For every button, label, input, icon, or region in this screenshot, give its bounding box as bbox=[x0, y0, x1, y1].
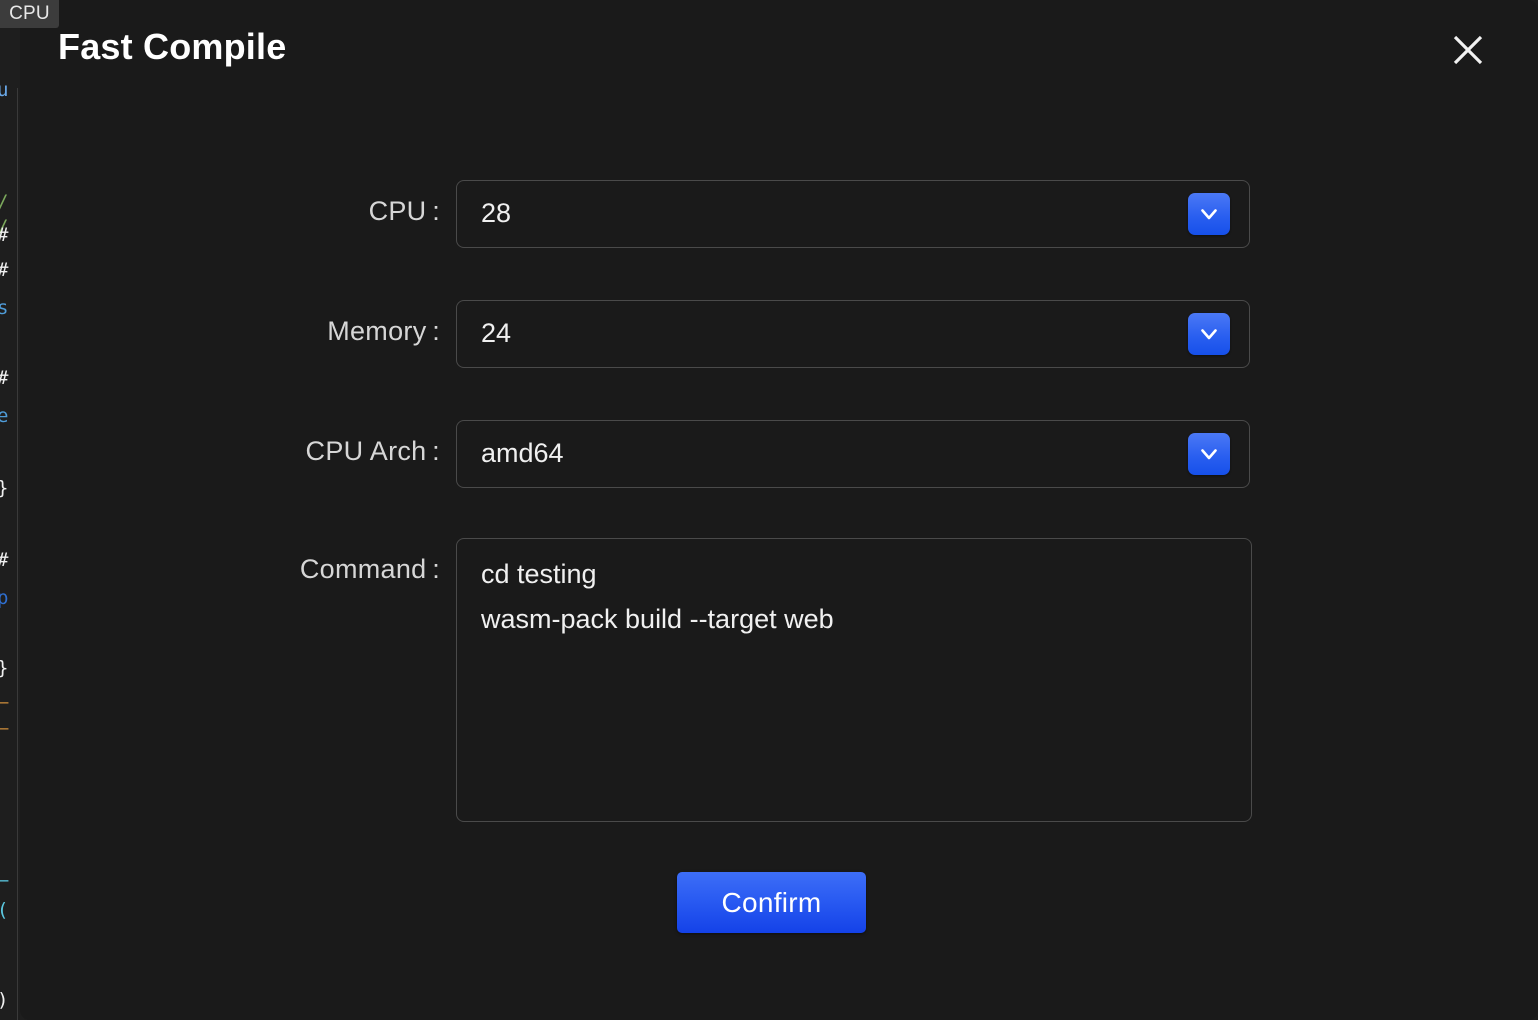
code-fragment: — bbox=[0, 716, 8, 741]
code-fragment: # bbox=[0, 223, 8, 248]
code-fragment: } bbox=[0, 476, 8, 501]
code-fragment: # bbox=[0, 258, 8, 283]
code-fragment: — bbox=[0, 690, 8, 715]
select-cpu-toggle[interactable] bbox=[1188, 193, 1230, 235]
chevron-down-icon bbox=[1198, 323, 1220, 345]
editor-gutter-divider bbox=[17, 88, 18, 1020]
code-fragment: ( bbox=[0, 898, 8, 923]
select-memory[interactable]: 24 bbox=[456, 300, 1250, 368]
chevron-down-icon bbox=[1198, 203, 1220, 225]
label-cpu: CPU : bbox=[20, 196, 440, 227]
code-fragment: # bbox=[0, 548, 8, 573]
select-cpu-arch[interactable]: amd64 bbox=[456, 420, 1250, 488]
dialog-title: Fast Compile bbox=[58, 26, 286, 68]
code-fragment: } bbox=[0, 656, 8, 681]
select-cpu[interactable]: 28 bbox=[456, 180, 1250, 248]
label-memory: Memory : bbox=[20, 316, 440, 347]
code-fragment: e bbox=[0, 404, 8, 429]
code-fragment: — bbox=[0, 868, 8, 893]
code-fragment: s bbox=[0, 296, 8, 321]
code-fragment: u bbox=[0, 78, 8, 103]
code-fragment: p bbox=[0, 586, 8, 611]
code-fragment: ) bbox=[0, 988, 8, 1013]
command-textarea-value: cd testing wasm-pack build --target web bbox=[481, 552, 1237, 642]
app-root: u//##s#e}#p}———() CPU Fast Compile CPU :… bbox=[0, 0, 1538, 1020]
close-icon bbox=[1451, 33, 1485, 67]
confirm-button[interactable]: Confirm bbox=[677, 872, 866, 933]
chevron-down-icon bbox=[1198, 443, 1220, 465]
cpu-tooltip-chip: CPU bbox=[0, 0, 59, 28]
label-command: Command : bbox=[20, 554, 440, 585]
command-textarea[interactable]: cd testing wasm-pack build --target web bbox=[456, 538, 1252, 822]
select-memory-toggle[interactable] bbox=[1188, 313, 1230, 355]
label-cpu-arch: CPU Arch : bbox=[20, 436, 440, 467]
code-fragment: / bbox=[0, 190, 8, 215]
close-button[interactable] bbox=[1444, 26, 1492, 74]
code-fragment: # bbox=[0, 366, 8, 391]
select-cpu-arch-toggle[interactable] bbox=[1188, 433, 1230, 475]
select-memory-value: 24 bbox=[481, 301, 511, 367]
fast-compile-dialog: Fast Compile CPU : 28 Memory : bbox=[20, 0, 1538, 1020]
select-cpu-value: 28 bbox=[481, 181, 511, 247]
select-cpu-arch-value: amd64 bbox=[481, 421, 564, 487]
